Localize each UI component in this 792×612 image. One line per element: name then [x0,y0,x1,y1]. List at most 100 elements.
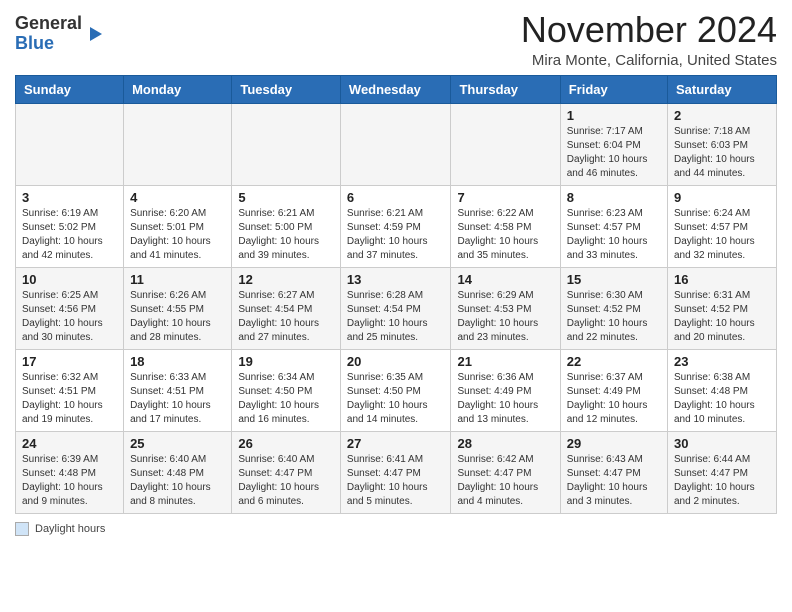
day-info: Sunrise: 6:44 AM Sunset: 4:47 PM Dayligh… [674,453,770,509]
calendar-cell: 16 Sunrise: 6:31 AM Sunset: 4:52 PM Dayli… [668,267,777,349]
calendar-week-row: 17 Sunrise: 6:32 AM Sunset: 4:51 PM Dayli… [16,349,777,431]
calendar-table: SundayMondayTuesdayWednesdayThursdayFrid… [15,75,777,514]
day-number: 28 [457,436,553,451]
month-title: November 2024 [521,10,777,50]
day-info: Sunrise: 6:31 AM Sunset: 4:52 PM Dayligh… [674,289,770,345]
calendar-cell: 13Sunrise: 6:28 AM Sunset: 4:54 PM Dayli… [340,267,451,349]
day-info: Sunrise: 6:40 AM Sunset: 4:48 PM Dayligh… [130,453,225,509]
calendar-day-header: Sunday [16,75,124,103]
legend: Daylight hours [15,522,777,536]
calendar-cell: 2 Sunrise: 7:18 AM Sunset: 6:03 PM Daylig… [668,103,777,185]
day-number: 17 [22,354,117,369]
calendar-cell: 18Sunrise: 6:33 AM Sunset: 4:51 PM Dayli… [124,349,232,431]
logo-icon [84,23,106,45]
page-header: General Blue November 2024 Mira Monte, C… [15,10,777,69]
calendar-cell [232,103,341,185]
day-info: Sunrise: 7:18 AM Sunset: 6:03 PM Dayligh… [674,125,770,181]
day-number: 15 [567,272,661,287]
day-info: Sunrise: 7:17 AM Sunset: 6:04 PM Dayligh… [567,125,661,181]
day-info: Sunrise: 6:33 AM Sunset: 4:51 PM Dayligh… [130,371,225,427]
day-info: Sunrise: 6:35 AM Sunset: 4:50 PM Dayligh… [347,371,445,427]
calendar-day-header: Wednesday [340,75,451,103]
day-number: 1 [567,108,661,123]
day-number: 4 [130,190,225,205]
day-info: Sunrise: 6:26 AM Sunset: 4:55 PM Dayligh… [130,289,225,345]
calendar-cell: 1 Sunrise: 7:17 AM Sunset: 6:04 PM Daylig… [560,103,667,185]
day-info: Sunrise: 6:21 AM Sunset: 5:00 PM Dayligh… [238,207,334,263]
day-number: 19 [238,354,334,369]
calendar-cell: 23 Sunrise: 6:38 AM Sunset: 4:48 PM Dayli… [668,349,777,431]
calendar-cell: 25 Sunrise: 6:40 AM Sunset: 4:48 PM Dayli… [124,431,232,513]
day-number: 23 [674,354,770,369]
logo-general: General [15,13,82,33]
day-number: 7 [457,190,553,205]
day-info: Sunrise: 6:30 AM Sunset: 4:52 PM Dayligh… [567,289,661,345]
day-info: Sunrise: 6:29 AM Sunset: 4:53 PM Dayligh… [457,289,553,345]
day-number: 29 [567,436,661,451]
calendar-cell: 5Sunrise: 6:21 AM Sunset: 5:00 PM Daylig… [232,185,341,267]
legend-label: Daylight hours [35,523,105,535]
calendar-cell: 24Sunrise: 6:39 AM Sunset: 4:48 PM Dayli… [16,431,124,513]
day-info: Sunrise: 6:36 AM Sunset: 4:49 PM Dayligh… [457,371,553,427]
day-info: Sunrise: 6:28 AM Sunset: 4:54 PM Dayligh… [347,289,445,345]
calendar-week-row: 1 Sunrise: 7:17 AM Sunset: 6:04 PM Daylig… [16,103,777,185]
legend-box [15,522,29,536]
day-number: 12 [238,272,334,287]
calendar-cell: 15 Sunrise: 6:30 AM Sunset: 4:52 PM Dayli… [560,267,667,349]
day-number: 20 [347,354,445,369]
title-block: November 2024 Mira Monte, California, Un… [521,10,777,69]
day-number: 26 [238,436,334,451]
calendar-cell [340,103,451,185]
calendar-week-row: 24Sunrise: 6:39 AM Sunset: 4:48 PM Dayli… [16,431,777,513]
calendar-cell: 27 Sunrise: 6:41 AM Sunset: 4:47 PM Dayli… [340,431,451,513]
calendar-day-header: Saturday [668,75,777,103]
day-info: Sunrise: 6:32 AM Sunset: 4:51 PM Dayligh… [22,371,117,427]
day-info: Sunrise: 6:24 AM Sunset: 4:57 PM Dayligh… [674,207,770,263]
day-info: Sunrise: 6:41 AM Sunset: 4:47 PM Dayligh… [347,453,445,509]
calendar-cell: 7 Sunrise: 6:22 AM Sunset: 4:58 PM Daylig… [451,185,560,267]
day-number: 9 [674,190,770,205]
day-number: 24 [22,436,117,451]
calendar-cell: 21Sunrise: 6:36 AM Sunset: 4:49 PM Dayli… [451,349,560,431]
day-info: Sunrise: 6:42 AM Sunset: 4:47 PM Dayligh… [457,453,553,509]
day-number: 16 [674,272,770,287]
calendar-header-row: SundayMondayTuesdayWednesdayThursdayFrid… [16,75,777,103]
calendar-cell: 20 Sunrise: 6:35 AM Sunset: 4:50 PM Dayli… [340,349,451,431]
day-info: Sunrise: 6:22 AM Sunset: 4:58 PM Dayligh… [457,207,553,263]
calendar-day-header: Friday [560,75,667,103]
day-info: Sunrise: 6:23 AM Sunset: 4:57 PM Dayligh… [567,207,661,263]
calendar-cell: 6 Sunrise: 6:21 AM Sunset: 4:59 PM Daylig… [340,185,451,267]
day-number: 2 [674,108,770,123]
calendar-cell: 14 Sunrise: 6:29 AM Sunset: 4:53 PM Dayli… [451,267,560,349]
day-info: Sunrise: 6:34 AM Sunset: 4:50 PM Dayligh… [238,371,334,427]
calendar-cell: 26 Sunrise: 6:40 AM Sunset: 4:47 PM Dayli… [232,431,341,513]
day-info: Sunrise: 6:38 AM Sunset: 4:48 PM Dayligh… [674,371,770,427]
day-number: 6 [347,190,445,205]
location: Mira Monte, California, United States [521,52,777,69]
calendar-cell: 28 Sunrise: 6:42 AM Sunset: 4:47 PM Dayli… [451,431,560,513]
calendar-cell: 11 Sunrise: 6:26 AM Sunset: 4:55 PM Dayli… [124,267,232,349]
calendar-cell: 30 Sunrise: 6:44 AM Sunset: 4:47 PM Dayli… [668,431,777,513]
day-number: 3 [22,190,117,205]
calendar-day-header: Tuesday [232,75,341,103]
calendar-cell: 8 Sunrise: 6:23 AM Sunset: 4:57 PM Daylig… [560,185,667,267]
day-info: Sunrise: 6:21 AM Sunset: 4:59 PM Dayligh… [347,207,445,263]
day-number: 8 [567,190,661,205]
day-number: 30 [674,436,770,451]
calendar-cell [451,103,560,185]
day-info: Sunrise: 6:40 AM Sunset: 4:47 PM Dayligh… [238,453,334,509]
calendar-cell: 19 Sunrise: 6:34 AM Sunset: 4:50 PM Dayli… [232,349,341,431]
calendar-cell: 9 Sunrise: 6:24 AM Sunset: 4:57 PM Daylig… [668,185,777,267]
calendar-cell: 22Sunrise: 6:37 AM Sunset: 4:49 PM Dayli… [560,349,667,431]
calendar-cell: 3Sunrise: 6:19 AM Sunset: 5:02 PM Daylig… [16,185,124,267]
day-info: Sunrise: 6:37 AM Sunset: 4:49 PM Dayligh… [567,371,661,427]
day-number: 14 [457,272,553,287]
calendar-cell: 10 Sunrise: 6:25 AM Sunset: 4:56 PM Dayli… [16,267,124,349]
day-info: Sunrise: 6:25 AM Sunset: 4:56 PM Dayligh… [22,289,117,345]
day-number: 10 [22,272,117,287]
calendar-cell [124,103,232,185]
day-number: 11 [130,272,225,287]
calendar-cell [16,103,124,185]
day-number: 25 [130,436,225,451]
day-number: 27 [347,436,445,451]
